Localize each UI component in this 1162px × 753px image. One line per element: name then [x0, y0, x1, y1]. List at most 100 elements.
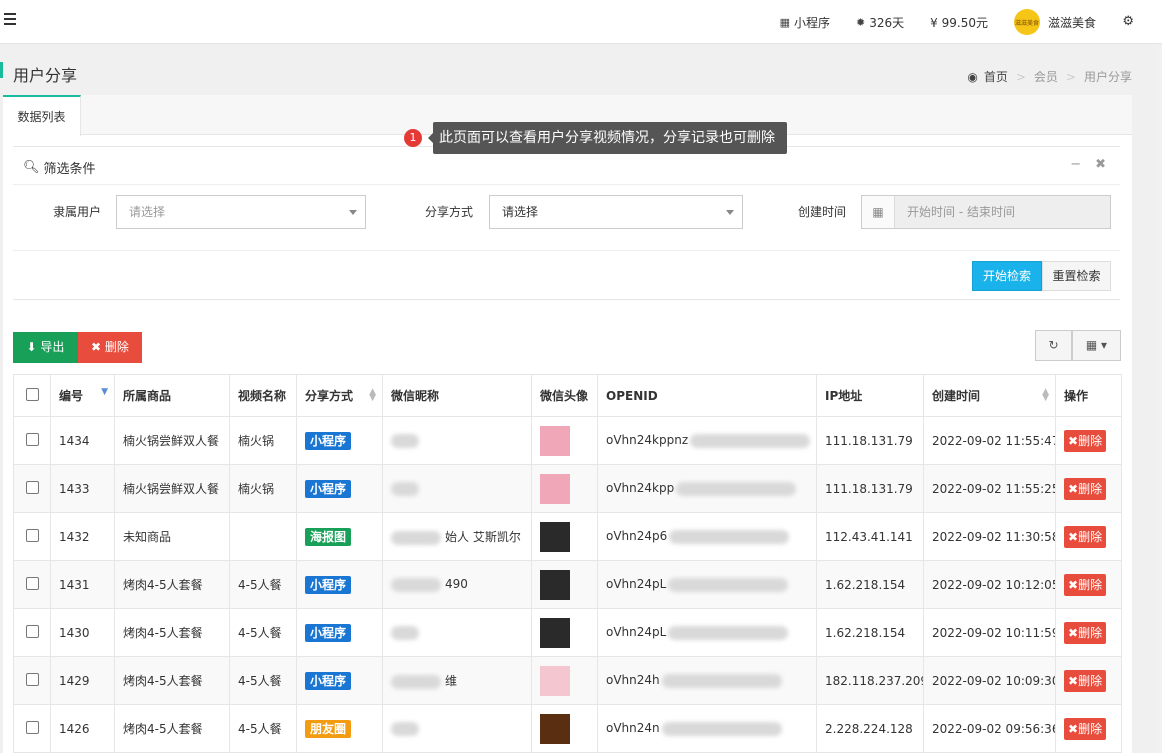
column-header: 所属商品	[114, 374, 230, 417]
column-header[interactable]: 创建时间 ▲ ▼	[923, 374, 1056, 417]
cell-time: 2022-09-02 11:55:47	[923, 416, 1056, 465]
select-placeholder: 请选择	[129, 205, 166, 219]
nav-item-balance[interactable]: ¥ 99.50元	[930, 14, 988, 31]
row-delete-button[interactable]: ✖删除	[1064, 429, 1107, 452]
row-checkbox[interactable]	[25, 576, 39, 590]
row-delete-button[interactable]: ✖删除	[1064, 717, 1107, 740]
scrollbar[interactable]	[1154, 46, 1162, 753]
user-avatar-image	[540, 521, 570, 552]
table-row[interactable]: 1433 楠火锅尝鲜双人餐 楠火锅 小程序 oVhn24kpp 111.18.131.79…	[13, 464, 1122, 513]
row-checkbox[interactable]	[25, 480, 39, 494]
avatar-logo-text: 滋滋美食	[1014, 19, 1039, 27]
cell-id: 1432	[50, 512, 115, 561]
tab-data-list[interactable]: 数据列表	[3, 95, 81, 136]
row-delete-button[interactable]: ✖删除	[1064, 525, 1107, 548]
minimize-icon[interactable]: −	[1070, 157, 1081, 172]
cell-avatar	[531, 560, 598, 609]
blurred-mask	[391, 577, 441, 592]
close-icon[interactable]: ✖	[1095, 157, 1106, 172]
column-header[interactable]: 分享方式 ▲ ▼	[296, 374, 383, 417]
breadcrumb-home[interactable]: 首页	[984, 68, 1008, 85]
cell-nickname: 维	[382, 656, 532, 705]
cell-id: 1431	[50, 560, 115, 609]
blurred-mask	[661, 721, 782, 736]
method-badge: 小程序	[305, 623, 352, 642]
avatar: 滋滋美食	[1013, 9, 1040, 35]
date-placeholder: 开始时间 - 结束时间	[907, 205, 1015, 219]
select-all-checkbox[interactable]	[25, 387, 39, 401]
export-button[interactable]: ⬇ 导出	[13, 332, 78, 363]
cell-nickname: 490	[382, 560, 532, 609]
nav-item-label: ¥ 99.50元	[930, 15, 988, 30]
cell-time: 2022-09-02 10:09:30	[923, 656, 1056, 705]
date-range-input[interactable]: ▦ 开始时间 - 结束时间	[861, 195, 1111, 229]
delete-label: 删除	[1078, 433, 1103, 448]
share-table: 编号 ▼ 所属商品 视频名称 分享方式 ▲ ▼ 微信昵称 微信头像 OPENID IP…	[13, 374, 1122, 753]
cell-video	[229, 512, 297, 561]
row-delete-button[interactable]: ✖删除	[1064, 477, 1107, 500]
delete-button[interactable]: ✖ 删除	[78, 332, 142, 363]
top-nav-items: ▦ 小程序 ✹ 326天 ¥ 99.50元 滋滋美食 滋滋美食	[754, 0, 1136, 44]
column-label: 分享方式	[305, 389, 354, 403]
table-row[interactable]: 1432 未知商品 海报图 始人 艾斯凯尔 oVhn24p6 112.43.41.141 2…	[13, 512, 1122, 561]
tooltip-step-number: 1	[404, 129, 422, 147]
row-checkbox[interactable]	[25, 672, 39, 686]
user-avatar-image	[540, 425, 570, 456]
search-button[interactable]: 开始检索	[972, 261, 1042, 291]
table-row[interactable]: 1426 烤肉4-5人套餐 4-5人餐 朋友圈 oVhn24n 2.228.224.128…	[13, 704, 1122, 753]
divider	[13, 299, 1120, 300]
user-select[interactable]: 请选择	[116, 195, 366, 229]
table-row[interactable]: 1429 烤肉4-5人套餐 4-5人餐 小程序 维 oVhn24h 182.118.237.…	[13, 656, 1122, 705]
column-label: 创建时间	[932, 389, 981, 403]
cell-method: 小程序	[296, 464, 383, 513]
row-delete-button[interactable]: ✖删除	[1064, 573, 1107, 596]
cell-ip: 111.18.131.79	[816, 416, 924, 465]
cell-method: 小程序	[296, 416, 383, 465]
tooltip-text: 此页面可以查看用户分享视频情况，分享记录也可删除	[433, 122, 787, 154]
delete-label: 删除	[104, 340, 129, 354]
filter-title-text: 筛选条件	[43, 162, 96, 177]
row-delete-button[interactable]: ✖删除	[1064, 669, 1107, 692]
nav-item-miniprogram[interactable]: ▦ 小程序	[780, 14, 830, 31]
menu-toggle-icon[interactable]	[4, 13, 16, 25]
reset-button[interactable]: 重置检索	[1042, 261, 1111, 291]
columns-toggle-button[interactable]: ▦ ▾	[1072, 330, 1121, 361]
row-checkbox-cell	[13, 704, 51, 753]
openid-text: oVhn24p6	[606, 529, 668, 544]
nav-item-days[interactable]: ✹ 326天	[856, 14, 904, 31]
row-checkbox[interactable]	[25, 528, 39, 542]
table-row[interactable]: 1430 烤肉4-5人套餐 4-5人餐 小程序 oVhn24pL 1.62.218.154…	[13, 608, 1122, 657]
row-delete-button[interactable]: ✖删除	[1064, 621, 1107, 644]
share-method-select[interactable]: 请选择	[489, 195, 743, 229]
column-header[interactable]: 编号 ▼	[50, 374, 115, 417]
blurred-mask	[668, 625, 789, 640]
cell-video: 4-5人餐	[229, 704, 297, 753]
cell-id: 1430	[50, 608, 115, 657]
user-avatar-image	[540, 713, 570, 744]
table-row[interactable]: 1431 烤肉4-5人套餐 4-5人餐 小程序 490 oVhn24pL 1.62.218.…	[13, 560, 1122, 609]
cell-action: ✖删除	[1055, 704, 1122, 753]
breadcrumb-member[interactable]: 会员	[1034, 68, 1058, 85]
gear-icon[interactable]: ⚙	[1122, 14, 1134, 29]
cell-time: 2022-09-02 11:55:25	[923, 464, 1056, 513]
table-row[interactable]: 1434 楠火锅尝鲜双人餐 楠火锅 小程序 oVhn24kppnz 111.18.131.…	[13, 416, 1122, 465]
cell-id: 1434	[50, 416, 115, 465]
refresh-button[interactable]: ↻	[1035, 330, 1072, 361]
chevron-down-icon	[726, 210, 734, 215]
user-menu[interactable]: 滋滋美食 滋滋美食	[1013, 9, 1096, 35]
row-checkbox[interactable]	[25, 720, 39, 734]
cell-ip: 182.118.237.209	[816, 656, 924, 705]
table-header-row: 编号 ▼ 所属商品 视频名称 分享方式 ▲ ▼ 微信昵称 微信头像 OPENID IP…	[13, 374, 1122, 417]
refresh-icon: ↻	[1048, 338, 1059, 352]
cell-openid: oVhn24n	[597, 704, 817, 753]
chevron-down-icon	[349, 210, 357, 215]
row-checkbox[interactable]	[25, 432, 39, 446]
grid-icon: ▦ ▾	[1085, 338, 1108, 352]
row-checkbox[interactable]	[25, 624, 39, 638]
openid-text: oVhn24n	[606, 721, 660, 736]
user-avatar-image	[540, 473, 570, 504]
cell-method: 小程序	[296, 608, 383, 657]
user-avatar-image	[540, 569, 570, 600]
cell-ip: 1.62.218.154	[816, 560, 924, 609]
cell-video: 4-5人餐	[229, 608, 297, 657]
